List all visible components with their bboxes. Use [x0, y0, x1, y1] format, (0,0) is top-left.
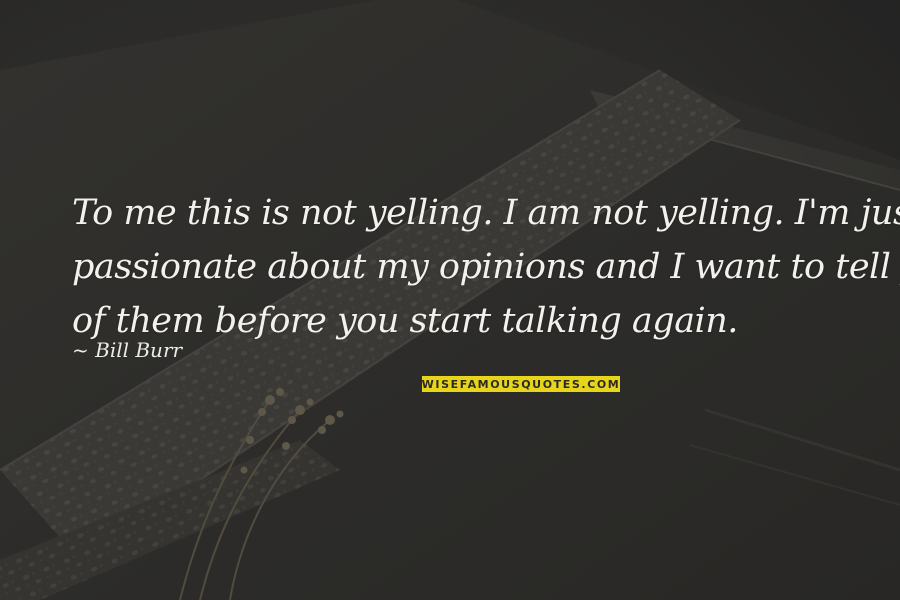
brand-watermark-text: WISEFAMOUSQUOTES.COM: [421, 377, 621, 391]
quote-author: ~ Bill Burr: [72, 338, 183, 362]
quote-line-1: To me this is not yelling. I am not yell…: [72, 193, 900, 233]
quote-line-2: passionate about my opinions and I want …: [72, 247, 900, 287]
quote-text: To me this is not yelling. I am not yell…: [72, 186, 900, 348]
quote-image: To me this is not yelling. I am not yell…: [0, 0, 900, 600]
quote-line-3: of them before you start talking again.: [72, 301, 738, 341]
brand-watermark: WISEFAMOUSQUOTES.COM: [422, 376, 620, 392]
